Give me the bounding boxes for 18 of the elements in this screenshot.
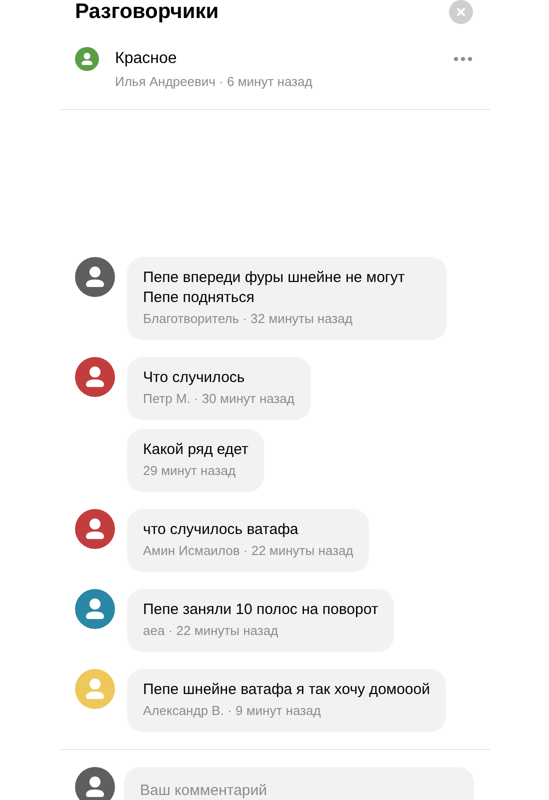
page-title: Разговорчики	[75, 0, 219, 24]
comment-meta: Александр В. · 9 минут назад	[143, 702, 322, 720]
comment-meta: аеа · 22 минуты назад	[143, 622, 280, 640]
comment-meta: Амин Исмаилов · 22 минуты назад	[143, 542, 354, 560]
comment-meta: Благотворитель · 32 минуты назад	[143, 310, 354, 328]
comment-meta: Петр М. · 30 минут назад	[143, 390, 294, 408]
comment-text: Что случилось	[143, 368, 246, 388]
post-meta: Илья Андреевич · 6 минут назад	[115, 73, 314, 91]
comment-meta: 29 минут назад	[143, 462, 237, 480]
comment-text: что случилось ватафа	[143, 520, 300, 540]
post-title: Красное	[115, 49, 178, 69]
comment-text: Пепе впереди фуры шнейне не могут Пепе подняться	[143, 268, 406, 308]
comment-text: Пепе заняли 10 полос на поворот	[143, 600, 378, 620]
more-icon	[454, 57, 472, 61]
comment-text: Пепе шнейне ватафа я так хочу домооой	[143, 680, 430, 700]
comment-field[interactable]: Ваш комментарий	[124, 767, 474, 800]
close-icon	[456, 7, 466, 17]
comment-text: Какой ряд едет	[143, 440, 248, 460]
